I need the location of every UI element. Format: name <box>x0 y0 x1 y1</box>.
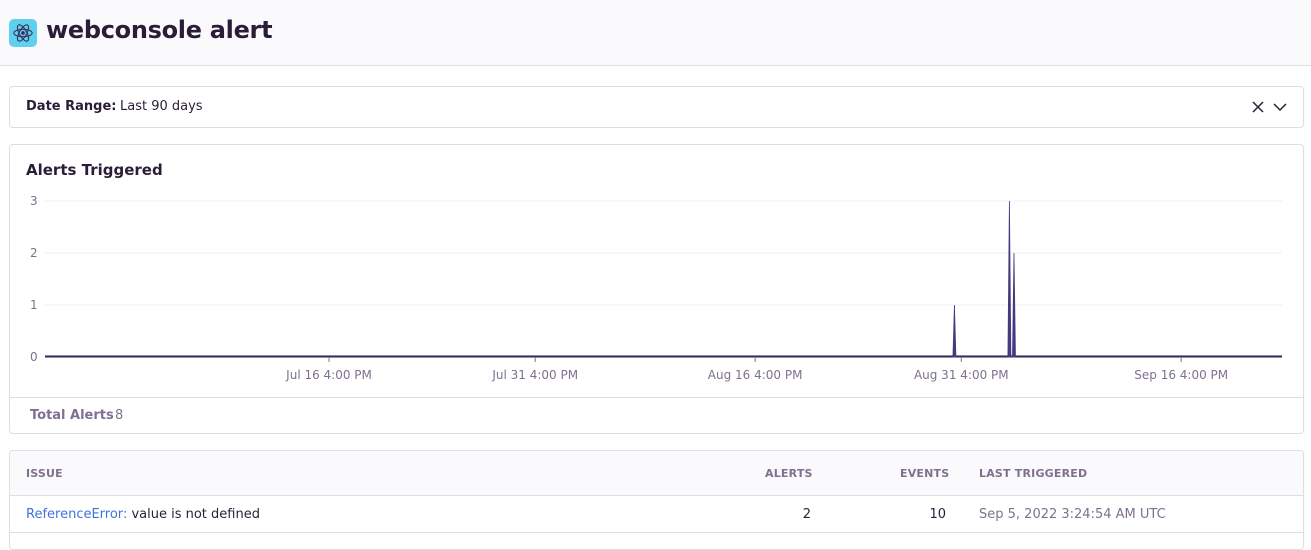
page-title: webconsole alert <box>46 16 273 44</box>
total-alerts-value: 8 <box>115 408 124 423</box>
x-tick-label: Aug 16 4:00 PM <box>708 368 803 382</box>
issue-message: value is not defined <box>127 507 260 522</box>
issues-table: ISSUE ALERTS EVENTS LAST TRIGGERED Refer… <box>9 450 1304 550</box>
chevron-down-icon[interactable] <box>1272 99 1288 115</box>
column-header-last-triggered[interactable]: LAST TRIGGERED <box>979 467 1087 480</box>
x-tick-label: Jul 16 4:00 PM <box>285 368 372 382</box>
x-tick-label: Jul 31 4:00 PM <box>491 368 578 382</box>
y-tick-label: 1 <box>30 298 38 312</box>
events-count: 10 <box>929 507 946 522</box>
y-tick-label: 3 <box>30 194 38 208</box>
issue-cell: ReferenceError: value is not defined <box>26 507 260 522</box>
issue-link[interactable]: ReferenceError: <box>26 507 127 522</box>
total-alerts-label: Total Alerts <box>30 408 114 423</box>
page-header: webconsole alert <box>0 0 1311 66</box>
y-tick-label: 0 <box>30 350 38 364</box>
date-range-selector[interactable]: Date Range: Last 90 days <box>9 86 1304 128</box>
last-triggered-date: Sep 5, 2022 3:24:54 AM UTC <box>979 507 1166 522</box>
alerts-chart-panel: Alerts Triggered 0 1 2 3 Jul 16 4:00 PM Jul 3… <box>9 144 1304 434</box>
column-header-events[interactable]: EVENTS <box>900 467 949 480</box>
date-range-label: Date Range: <box>26 99 117 114</box>
close-icon[interactable] <box>1250 99 1266 115</box>
data-point-spike <box>1007 200 1012 358</box>
react-logo-icon <box>9 19 37 47</box>
table-row[interactable]: ReferenceError: value is not defined 2 1… <box>10 496 1303 533</box>
data-point-spike <box>1012 252 1016 358</box>
alerts-count: 2 <box>802 507 811 522</box>
column-header-alerts[interactable]: ALERTS <box>765 467 813 480</box>
chart-footer: Total Alerts 8 <box>10 397 1303 434</box>
issue-type[interactable]: ReferenceError <box>26 507 123 522</box>
chart-title: Alerts Triggered <box>26 161 163 179</box>
table-header: ISSUE ALERTS EVENTS LAST TRIGGERED <box>10 451 1303 496</box>
alerts-chart: 0 1 2 3 Jul 16 4:00 PM Jul 31 4:00 PM Aug 16 4… <box>30 194 1282 382</box>
data-point-spike <box>952 304 957 358</box>
y-tick-label: 2 <box>30 246 38 260</box>
x-tick-label: Aug 31 4:00 PM <box>914 368 1009 382</box>
date-range-value[interactable]: Last 90 days <box>120 99 203 114</box>
x-tick-label: Sep 16 4:00 PM <box>1134 368 1228 382</box>
column-header-issue[interactable]: ISSUE <box>26 467 63 480</box>
